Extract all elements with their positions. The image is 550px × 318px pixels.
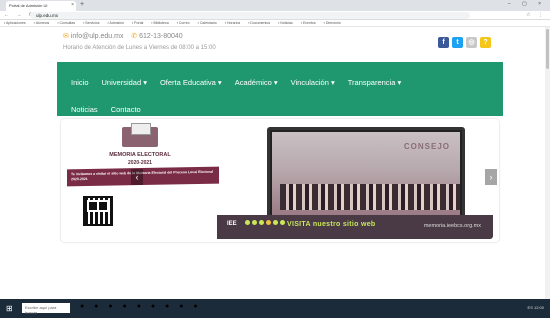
banner-invite-text: Te invitamos a visitar el sitio web de l… xyxy=(71,169,213,182)
group-photo xyxy=(280,184,460,210)
twitter-icon[interactable]: t xyxy=(452,37,463,48)
banner-url[interactable]: memoria.ieebcs.org.mx xyxy=(424,223,481,229)
browser-toolbar: ← → ⟳ ulp.edu.mx ☆ ⋮ xyxy=(0,11,550,20)
help-icon[interactable]: ? xyxy=(480,37,491,48)
carousel-indicator-dot[interactable] xyxy=(259,220,264,225)
iee-logo: IEE xyxy=(227,221,237,227)
banner-title: MEMORIA ELECTORAL xyxy=(109,152,171,158)
nav-item[interactable]: Transparencia ▾ xyxy=(348,78,402,87)
office-hours: Horario de Atención de Lunes a Viernes d… xyxy=(63,45,216,51)
bookmark-item[interactable]: ▪ Consultas xyxy=(57,21,75,25)
instagram-icon[interactable]: ◎ xyxy=(466,37,477,48)
bookmark-item[interactable]: ▪ Servicios xyxy=(83,21,99,25)
main-navigation: Inicio Universidad ▾ Oferta Educativa ▾ Aca… xyxy=(57,62,503,116)
os-taskbar: ⊞ Escribe aquí para buscar ● ● ● ● ● ● ●… xyxy=(0,299,550,318)
phone-icon: ✆ xyxy=(131,33,138,40)
banner-cta: VISITA nuestro sitio web xyxy=(287,221,376,228)
nav-row-secondary: Noticias Contacto xyxy=(71,99,154,117)
envelope-icon: ✉ xyxy=(63,33,69,40)
bookmark-item[interactable]: ▪ Documentos xyxy=(248,21,270,25)
carousel-indicator-dot[interactable] xyxy=(245,220,250,225)
browser-tab-bar: Portal de Admisión UI × + – ▢ × xyxy=(0,0,550,11)
bookmark-item[interactable]: ▪ Biblioteca xyxy=(151,21,168,25)
new-tab-button[interactable]: + xyxy=(80,1,84,9)
window-controls[interactable]: – ▢ × xyxy=(508,1,546,7)
carousel-indicators xyxy=(245,212,287,230)
consejo-label: CONSEJO xyxy=(403,142,450,151)
social-links: f t ◎? xyxy=(435,31,491,49)
tab-title: Portal de Admisión UI xyxy=(9,3,48,8)
start-button[interactable]: ⊞ xyxy=(6,304,13,313)
extensions-icon[interactable]: ☆ ⋮ xyxy=(526,12,546,18)
ballot-box-icon xyxy=(122,123,158,147)
bookmarks-bar: ▪ Aplicaciones ▪ Alumnos ▪ Consultas ▪ Serv… xyxy=(0,20,550,27)
bookmark-item[interactable]: ▪ Eventos xyxy=(301,21,316,25)
carousel-indicator-dot[interactable] xyxy=(252,220,257,225)
system-tray[interactable]: ES 12:00 xyxy=(528,305,544,310)
nav-item[interactable]: Noticias xyxy=(71,105,98,114)
address-bar[interactable]: ulp.edu.mx xyxy=(30,12,470,19)
bookmark-item[interactable]: ▪ Alumnos xyxy=(34,21,50,25)
laptop-image: CONSEJO xyxy=(267,127,465,221)
site-container: ✉ info@ulp.edu.mx ✆ 612-13-80040 Horario… xyxy=(57,27,503,299)
image-carousel: MEMORIA ELECTORAL 2020-2021 Te invitamos… xyxy=(61,119,499,242)
scrollbar-thumb[interactable] xyxy=(546,29,549,69)
nav-item[interactable]: Vinculación ▾ xyxy=(291,78,335,87)
nav-item[interactable]: Oferta Educativa ▾ xyxy=(160,78,222,87)
carousel-indicator-dot[interactable] xyxy=(280,220,285,225)
carousel-indicator-dot[interactable] xyxy=(273,220,278,225)
banner-invite-stripe: Te invitamos a visitar el sitio web de l… xyxy=(67,166,219,187)
tab-close-icon[interactable]: × xyxy=(71,2,74,8)
facebook-icon[interactable]: f xyxy=(438,37,449,48)
nav-item[interactable]: Inicio xyxy=(71,78,89,87)
web-page: ✉ info@ulp.edu.mx ✆ 612-13-80040 Horario… xyxy=(0,27,550,299)
bookmark-item[interactable]: ▪ Portal xyxy=(132,21,143,25)
bookmark-item[interactable]: ▪ Admisión xyxy=(108,21,124,25)
nav-item[interactable]: Contacto xyxy=(111,105,141,114)
bookmark-item[interactable]: ▪ Calendario xyxy=(198,21,217,25)
qr-code-icon xyxy=(83,196,113,226)
carousel-prev-button[interactable]: ‹ xyxy=(131,169,143,185)
bookmark-item[interactable]: ▪ Horarios xyxy=(225,21,240,25)
bookmark-item[interactable]: ▪ Aplicaciones xyxy=(4,21,26,25)
laptop-screen: CONSEJO xyxy=(272,132,460,216)
banner-years: 2020-2021 xyxy=(128,160,152,166)
bookmark-item[interactable]: ▪ Directorio xyxy=(324,21,341,25)
carousel-indicator-dot[interactable] xyxy=(266,220,271,225)
contact-info: ✉ info@ulp.edu.mx ✆ 612-13-80040 xyxy=(63,32,183,40)
bookmark-item[interactable]: ▪ Noticias xyxy=(278,21,293,25)
taskbar-search[interactable]: Escribe aquí para buscar xyxy=(22,303,70,315)
bookmark-item[interactable]: ▪ Correo xyxy=(177,21,190,25)
nav-row-primary: Inicio Universidad ▾ Oferta Educativa ▾ Aca… xyxy=(71,72,414,90)
browser-tab[interactable]: Portal de Admisión UI × xyxy=(6,1,76,11)
nav-item[interactable]: Académico ▾ xyxy=(235,78,278,87)
nav-item[interactable]: Universidad ▾ xyxy=(102,78,147,87)
email-link[interactable]: info@ulp.edu.mx xyxy=(71,33,124,40)
carousel-next-button[interactable]: › xyxy=(485,169,497,185)
phone-number: 612-13-80040 xyxy=(139,33,183,40)
taskbar-apps[interactable]: ● ● ● ● ● ● ● ● ● xyxy=(80,303,202,310)
